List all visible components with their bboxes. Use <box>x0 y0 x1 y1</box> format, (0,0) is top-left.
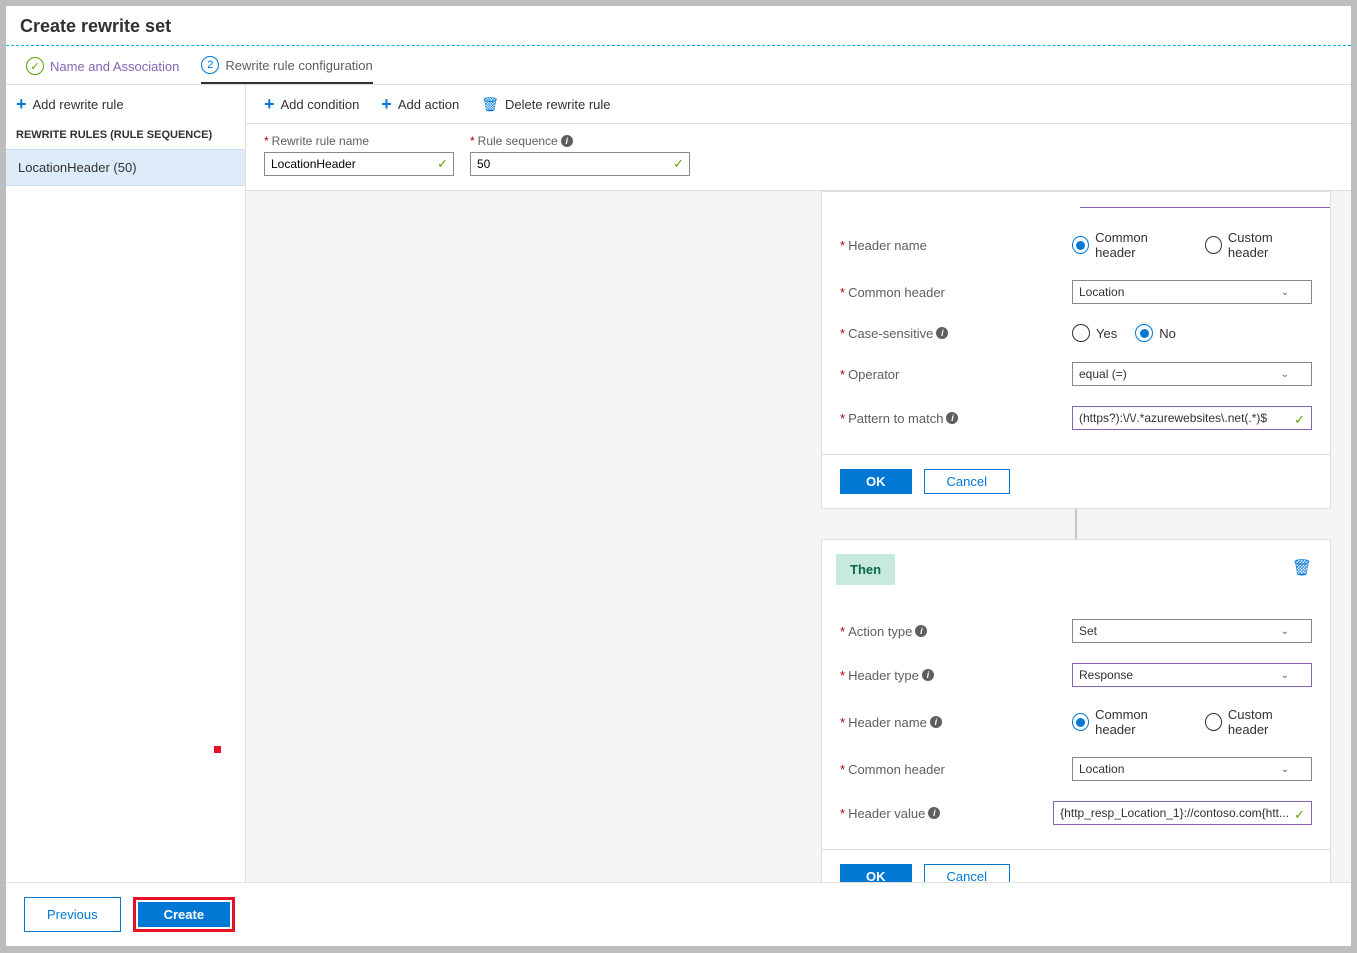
previous-button[interactable]: Previous <box>24 897 121 932</box>
create-button[interactable]: Create <box>138 902 230 927</box>
info-icon[interactable]: i <box>936 327 948 339</box>
check-icon: ✓ <box>437 156 448 172</box>
rules-section-header: REWRITE RULES (RULE SEQUENCE) <box>6 121 245 149</box>
rule-sequence-input[interactable] <box>470 152 690 176</box>
add-rewrite-rule-button[interactable]: + Add rewrite rule <box>6 85 245 121</box>
case-no-radio[interactable]: No <box>1135 324 1176 342</box>
blade-title: Create rewrite set <box>6 6 1351 43</box>
header-name-label: * Header name <box>840 238 1060 253</box>
add-action-button[interactable]: + Add action <box>381 95 459 113</box>
add-action-label: Add action <box>398 97 459 112</box>
then-tag: Then <box>836 554 895 585</box>
action-custom-header-radio[interactable]: Custom header <box>1205 707 1312 737</box>
chevron-down-icon: ⌄ <box>1281 764 1289 775</box>
chevron-down-icon: ⌄ <box>1281 626 1289 637</box>
custom-header-radio[interactable]: Custom header <box>1205 230 1312 260</box>
header-type-outline <box>1080 206 1330 208</box>
delete-rule-label: Delete rewrite rule <box>505 97 611 112</box>
chevron-down-icon: ⌄ <box>1281 287 1289 298</box>
condition-card: * Header name Common header Custom heade… <box>821 191 1331 509</box>
operator-label: * Operator <box>840 367 1060 382</box>
info-icon[interactable]: i <box>922 669 934 681</box>
chevron-down-icon: ⌄ <box>1281 369 1289 380</box>
plus-icon: + <box>264 95 275 113</box>
operator-select[interactable]: equal (=)⌄ <box>1072 362 1312 386</box>
rule-name-input[interactable] <box>264 152 454 176</box>
info-icon[interactable]: i <box>915 625 927 637</box>
add-condition-button[interactable]: + Add condition <box>264 95 359 113</box>
common-header-select[interactable]: Location⌄ <box>1072 280 1312 304</box>
action-common-header-select[interactable]: Location⌄ <box>1072 757 1312 781</box>
red-marker <box>214 746 221 753</box>
connector-line <box>1075 509 1077 539</box>
rule-name-label: * Rewrite rule name <box>264 134 454 148</box>
step-name-association[interactable]: ✓ Name and Association <box>26 56 179 84</box>
action-ok-button[interactable]: OK <box>840 864 912 882</box>
add-condition-label: Add condition <box>281 97 360 112</box>
wizard-footer: Previous Create <box>6 882 1351 946</box>
action-card: Then 🗑 * Action type i Set⌄ <box>821 539 1331 882</box>
common-header-label: * Common header <box>840 285 1060 300</box>
pattern-input[interactable]: (https?):\/\/.*azurewebsites\.net(.*)$ ✓ <box>1072 406 1312 430</box>
step-rewrite-config[interactable]: 2 Rewrite rule configuration <box>201 56 372 84</box>
action-type-label: * Action type i <box>840 624 1060 639</box>
condition-cancel-button[interactable]: Cancel <box>924 469 1010 494</box>
header-value-label: * Header value i <box>840 806 1041 821</box>
check-icon: ✓ <box>1294 807 1305 823</box>
pattern-label: * Pattern to match i <box>840 411 1060 426</box>
step2-label: Rewrite rule configuration <box>225 58 372 73</box>
case-sensitive-label: * Case-sensitive i <box>840 326 1060 341</box>
rule-list-item[interactable]: LocationHeader (50) <box>6 149 245 186</box>
action-common-header-label: * Common header <box>840 762 1060 777</box>
info-icon[interactable]: i <box>928 807 940 819</box>
create-highlight: Create <box>133 897 235 932</box>
rule-toolbar: + Add condition + Add action 🗑 Delete re… <box>246 85 1351 124</box>
common-header-radio[interactable]: Common header <box>1072 230 1187 260</box>
case-yes-radio[interactable]: Yes <box>1072 324 1117 342</box>
action-cancel-button[interactable]: Cancel <box>924 864 1010 882</box>
header-type-label: * Header type i <box>840 668 1060 683</box>
chevron-down-icon: ⌄ <box>1281 670 1289 681</box>
condition-ok-button[interactable]: OK <box>840 469 912 494</box>
rule-seq-label: * Rule sequence i <box>470 134 690 148</box>
header-type-select[interactable]: Response⌄ <box>1072 663 1312 687</box>
action-common-header-radio[interactable]: Common header <box>1072 707 1187 737</box>
add-rule-label: Add rewrite rule <box>33 97 124 112</box>
trash-icon[interactable]: 🗑 <box>1292 558 1312 578</box>
delete-rule-button[interactable]: 🗑 Delete rewrite rule <box>481 96 610 113</box>
header-value-input[interactable]: {http_resp_Location_1}://contoso.com{htt… <box>1053 801 1312 825</box>
check-icon: ✓ <box>26 57 44 75</box>
info-icon[interactable]: i <box>930 716 942 728</box>
rules-sidebar: + Add rewrite rule REWRITE RULES (RULE S… <box>6 85 246 882</box>
action-header-name-label: * Header name i <box>840 715 1060 730</box>
info-icon[interactable]: i <box>946 412 958 424</box>
step2-number-icon: 2 <box>201 56 219 74</box>
trash-icon: 🗑 <box>481 96 499 113</box>
step1-label: Name and Association <box>50 59 179 74</box>
check-icon: ✓ <box>673 156 684 172</box>
action-type-select[interactable]: Set⌄ <box>1072 619 1312 643</box>
check-icon: ✓ <box>1294 412 1305 428</box>
plus-icon: + <box>16 95 27 113</box>
info-icon[interactable]: i <box>561 135 573 147</box>
wizard-steps: ✓ Name and Association 2 Rewrite rule co… <box>6 46 1351 85</box>
plus-icon: + <box>381 95 392 113</box>
